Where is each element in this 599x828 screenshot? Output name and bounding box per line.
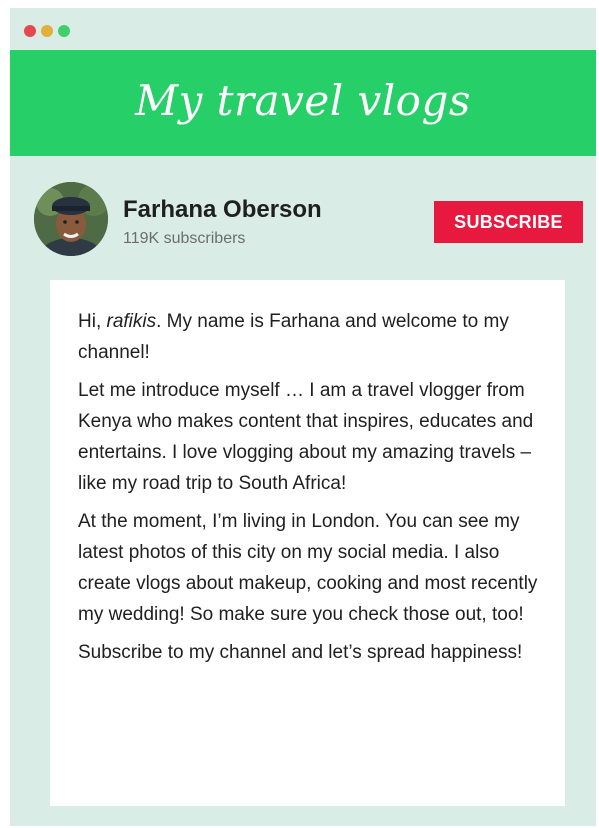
greeting-text: Hi, (78, 311, 107, 332)
about-paragraph-3: At the moment, I’m living in London. You… (78, 511, 538, 625)
browser-window: My travel vlogs Farhana Oberson 119K sub… (10, 8, 596, 826)
banner-title: My travel vlogs (135, 75, 471, 125)
window-titlebar (10, 8, 596, 52)
subscribe-button[interactable]: SUBSCRIBE (434, 201, 583, 243)
about-paragraph-4: Subscribe to my channel and let’s spread… (78, 642, 523, 663)
about-paragraph-2: Let me introduce myself … I am a travel … (78, 380, 534, 494)
avatar[interactable] (34, 182, 108, 256)
channel-banner: My travel vlogs (10, 50, 596, 156)
about-paragraph-1: Hi, rafikis. My name is Farhana and welc… (78, 306, 545, 368)
channel-header: Farhana Oberson 119K subscribers SUBSCRI… (10, 156, 596, 276)
about-card: Hi, rafikis. My name is Farhana and welc… (50, 280, 565, 806)
subscriber-count: 119K subscribers (123, 230, 246, 247)
close-window-button[interactable] (24, 25, 36, 37)
maximize-window-button[interactable] (58, 25, 70, 37)
minimize-window-button[interactable] (41, 25, 53, 37)
channel-name[interactable]: Farhana Oberson (123, 196, 322, 224)
greeting-emphasis: rafikis (106, 311, 157, 332)
profile-photo-icon (34, 182, 108, 256)
